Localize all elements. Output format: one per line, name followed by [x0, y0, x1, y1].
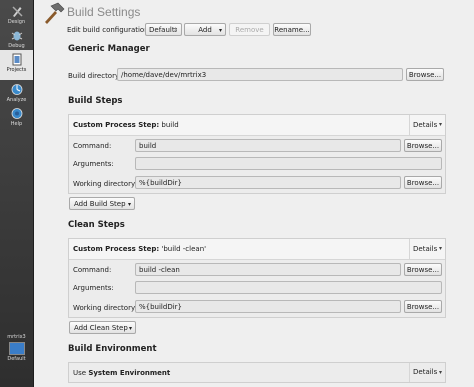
clean-step-header: Custom Process Step: 'build -clean' Deta… [69, 239, 445, 260]
help-icon [11, 108, 22, 119]
mode-help[interactable]: Help [0, 104, 33, 134]
generic-manager-heading: Generic Manager [68, 44, 150, 54]
design-icon [11, 6, 23, 17]
clean-step-panel: Custom Process Step: 'build -clean' Deta… [68, 238, 446, 318]
build-arguments-field[interactable] [135, 157, 442, 170]
rename-config-button[interactable]: Rename... [273, 23, 311, 36]
config-label: Edit build configuration: [67, 26, 152, 34]
hammer-icon [45, 2, 65, 24]
build-step-panel: Custom Process Step: build Details ▾ Comm… [68, 114, 446, 194]
add-build-step-button[interactable]: Add Build Step ▾ [69, 197, 135, 210]
build-directory-label: Build directory: [68, 72, 121, 80]
mode-label: Debug [8, 43, 25, 49]
build-workdir-field[interactable]: %{buildDir} [135, 176, 401, 189]
chevron-updown-icon: ⇕ [172, 27, 178, 34]
mode-label: Analyze [6, 97, 27, 103]
config-value: Default [149, 26, 175, 34]
analyze-icon [11, 84, 22, 95]
chevron-down-icon: ▾ [128, 325, 132, 332]
environment-details-button[interactable]: Details ▾ [409, 363, 445, 382]
chevron-down-icon: ▾ [218, 27, 222, 34]
build-step-details-button[interactable]: Details ▾ [409, 115, 445, 135]
build-steps-heading: Build Steps [68, 96, 123, 106]
environment-summary: Use System Environment [73, 369, 171, 377]
remove-config-button[interactable]: Remove [229, 23, 270, 36]
browse-command-button[interactable]: Browse... [404, 263, 442, 276]
build-directory-field[interactable]: /home/dave/dev/mrtrix3 [117, 68, 403, 81]
mode-label: Help [10, 121, 23, 127]
mode-label: Design [7, 19, 26, 25]
browse-build-directory-button[interactable]: Browse... [406, 68, 444, 81]
kit-name: mrtrix3 [7, 334, 26, 340]
triangle-down-icon: ▾ [438, 245, 442, 252]
triangle-down-icon: ▾ [438, 369, 442, 376]
arguments-label: Arguments: [73, 160, 114, 168]
clean-command-field[interactable]: build -clean [135, 263, 401, 276]
browse-command-button[interactable]: Browse... [404, 139, 442, 152]
title-row: Build Settings [34, 0, 474, 24]
projects-icon [12, 53, 21, 66]
arguments-label: Arguments: [73, 284, 114, 292]
debug-icon [11, 31, 22, 41]
mode-projects[interactable]: Projects [0, 50, 33, 80]
monitor-icon [8, 342, 25, 355]
build-environment-heading: Build Environment [68, 344, 157, 354]
clean-arguments-field[interactable] [135, 281, 442, 294]
clean-step-details-button[interactable]: Details ▾ [409, 239, 445, 259]
build-settings-panel: Build Settings Edit build configuration:… [34, 0, 474, 387]
config-select[interactable]: Default ⇕ [145, 23, 182, 36]
browse-workdir-button[interactable]: Browse... [404, 176, 442, 189]
kit-selector[interactable]: mrtrix3 Default [0, 334, 33, 362]
add-config-label: Add [198, 26, 212, 34]
build-command-field[interactable]: build [135, 139, 401, 152]
build-step-title: Custom Process Step: build [73, 121, 179, 129]
chevron-down-icon: ▾ [127, 201, 131, 208]
page-title: Build Settings [67, 5, 141, 19]
add-clean-step-button[interactable]: Add Clean Step ▾ [69, 321, 136, 334]
browse-workdir-button[interactable]: Browse... [404, 300, 442, 313]
mode-label: Projects [6, 67, 27, 73]
mode-selector-bar: Design Debug Projects Analyze Help mrtri… [0, 0, 34, 387]
triangle-down-icon: ▾ [438, 121, 442, 128]
clean-step-title: Custom Process Step: 'build -clean' [73, 245, 207, 253]
build-environment-panel: Use System Environment Details ▾ [68, 362, 446, 383]
working-directory-label: Working directory: [73, 304, 137, 312]
command-label: Command: [73, 266, 112, 274]
working-directory-label: Working directory: [73, 180, 137, 188]
clean-workdir-field[interactable]: %{buildDir} [135, 300, 401, 313]
add-config-button[interactable]: Add ▾ [184, 23, 226, 36]
clean-steps-heading: Clean Steps [68, 220, 125, 230]
command-label: Command: [73, 142, 112, 150]
kit-config: Default [7, 356, 26, 362]
build-step-header: Custom Process Step: build Details ▾ [69, 115, 445, 136]
